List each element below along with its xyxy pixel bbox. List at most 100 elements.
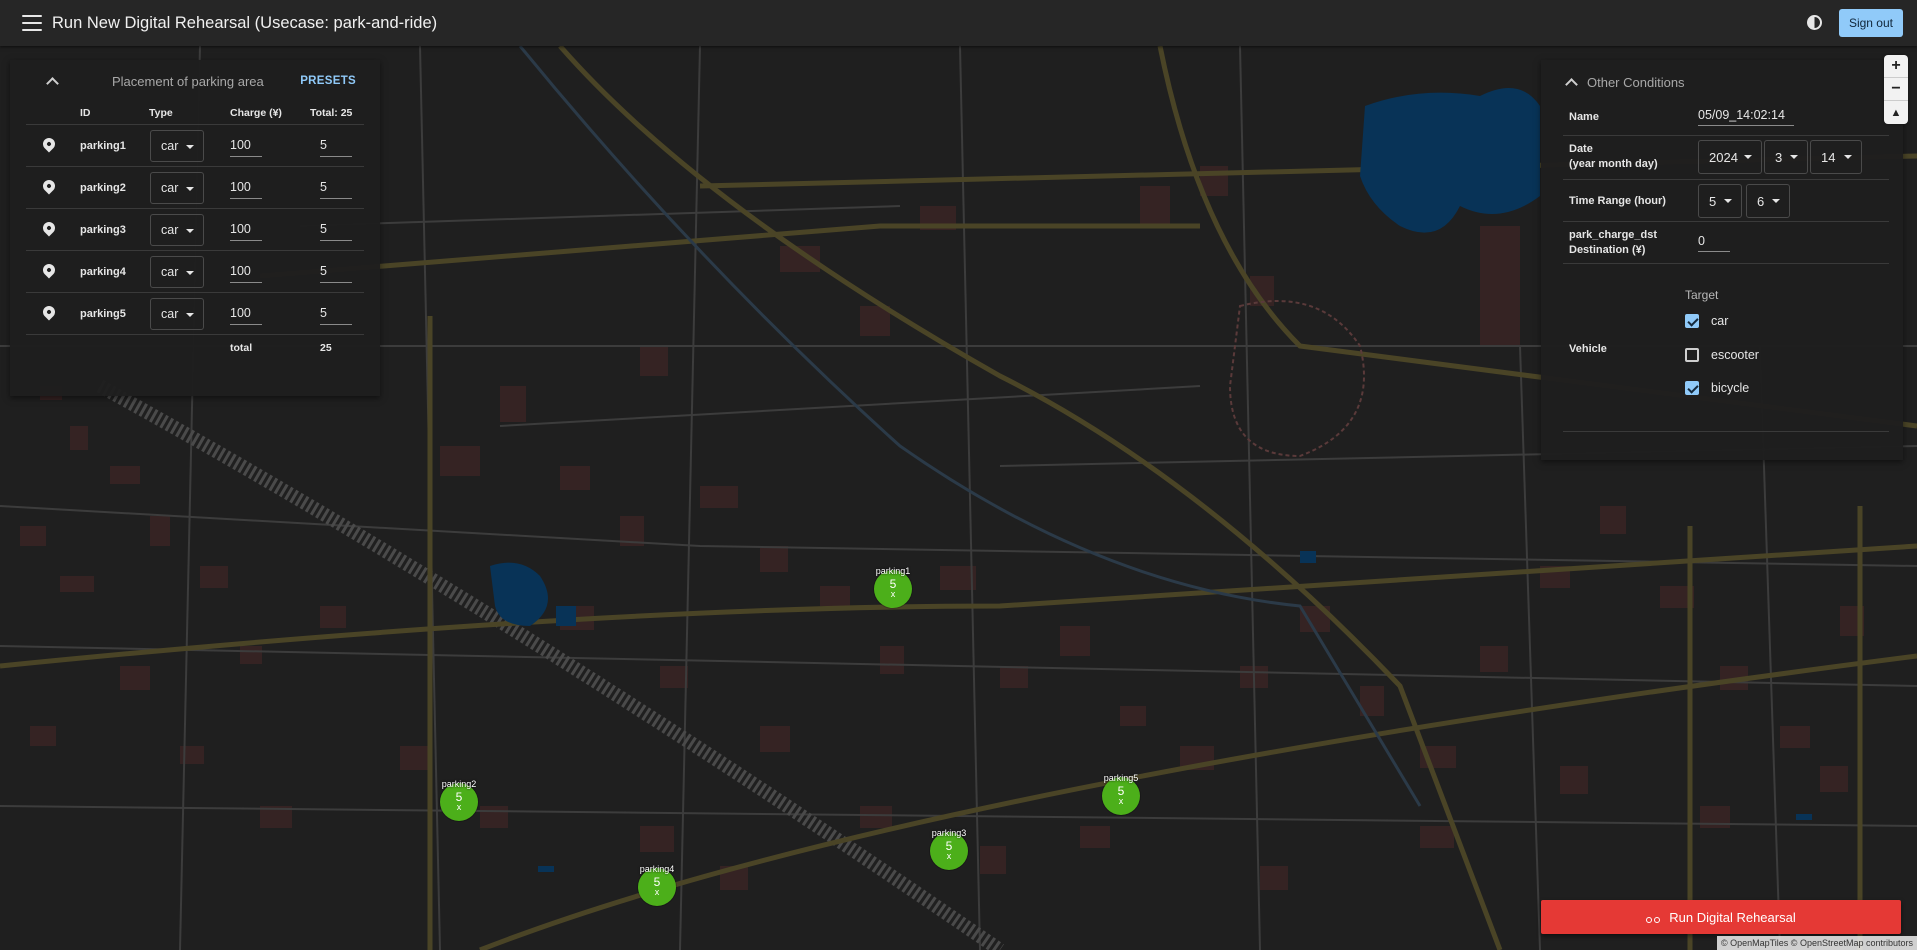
map-attribution: © OpenMapTiles © OpenStreetMap contribut… [1716,936,1917,950]
menu-icon[interactable] [22,15,42,31]
presets-button[interactable]: PRESETS [300,75,356,87]
parking-marker-4[interactable]: parking4 5 x [638,864,676,906]
count-input[interactable]: 5 [320,219,352,241]
collapse-chevron-icon[interactable] [46,76,59,90]
run-button-label: Run Digital Rehearsal [1669,909,1796,925]
name-label: Name [1569,111,1599,123]
count-input[interactable]: 5 [320,303,352,325]
count-input[interactable]: 5 [320,261,352,283]
date-label-line1: Date [1569,143,1593,155]
caret-down-icon [1744,155,1752,159]
parking-marker-1[interactable]: parking1 5 x [874,566,912,608]
day-value: 14 [1821,149,1836,165]
other-conditions-panel: Other Conditions Name 05/09_14:02:14 Dat… [1541,60,1903,460]
day-select[interactable]: 14 [1810,140,1862,174]
table-row: parking2 car 100 5 [26,166,364,208]
type-value: car [161,264,179,279]
caret-down-icon [1844,155,1852,159]
type-select[interactable]: car [150,255,204,288]
page-title: Run New Digital Rehearsal (Usecase: park… [52,13,438,32]
type-value: car [161,222,179,237]
caret-down-icon [1790,155,1798,159]
month-select[interactable]: 3 [1764,140,1808,174]
charge-row: park_charge_dst Destination (¥) 0 [1563,222,1889,264]
count-input[interactable]: 5 [320,177,352,199]
collapse-chevron-icon[interactable] [1565,77,1578,91]
caret-down-icon [186,186,194,191]
vehicle-checkbox-car[interactable]: car [1685,314,1728,328]
caret-down-icon [1724,199,1732,203]
time-row: Time Range (hour) 5 6 [1563,180,1889,222]
map-zoom-control: + − ▲ [1884,55,1908,124]
scooter-icon [1646,911,1661,923]
parking-id: parking3 [80,223,126,236]
location-pin-icon[interactable] [40,177,58,195]
col-type: Type [149,107,173,119]
charge-label-line2: Destination (¥) [1569,244,1646,256]
charge-input[interactable]: 100 [230,219,262,241]
caret-down-icon [186,312,194,317]
date-row: Date (year month day) 2024 3 14 [1563,136,1889,180]
checkbox-checked-icon[interactable] [1685,381,1699,395]
col-id: ID [80,107,91,119]
vehicle-checkbox-escooter[interactable]: escooter [1685,348,1759,362]
location-pin-icon[interactable] [40,261,58,279]
panel-header: Placement of parking area PRESETS [26,60,364,102]
location-pin-icon[interactable] [40,303,58,321]
col-total: Total: 25 [310,107,353,119]
run-digital-rehearsal-button[interactable]: Run Digital Rehearsal [1541,900,1901,934]
caret-down-icon [186,270,194,275]
time-to-value: 6 [1757,193,1765,209]
zoom-out-button[interactable]: − [1884,78,1908,101]
theme-toggle-icon[interactable] [1807,15,1822,30]
time-label: Time Range (hour) [1569,195,1666,207]
parking-placement-panel: Placement of parking area PRESETS ID Typ… [10,60,380,396]
panel-header: Other Conditions [1563,66,1889,98]
time-to-select[interactable]: 6 [1746,184,1790,218]
zoom-in-button[interactable]: + [1884,55,1908,78]
year-select[interactable]: 2024 [1698,140,1762,174]
caret-down-icon [186,228,194,233]
type-select[interactable]: car [150,297,204,330]
name-input[interactable]: 05/09_14:02:14 [1698,104,1794,126]
table-row: parking4 car 100 5 [26,250,364,292]
year-value: 2024 [1709,149,1738,165]
charge-input[interactable]: 100 [230,303,262,325]
charge-input[interactable]: 100 [230,177,262,199]
parking-marker-2[interactable]: parking2 5 x [440,779,478,821]
caret-down-icon [1772,199,1780,203]
parking-marker-5[interactable]: parking5 5 x [1102,773,1140,815]
location-pin-icon[interactable] [40,135,58,153]
caret-down-icon [186,144,194,149]
checkbox-unchecked-icon[interactable] [1685,348,1699,362]
sign-out-button[interactable]: Sign out [1838,9,1903,37]
parking-marker-3[interactable]: parking3 5 x [930,828,968,870]
time-from-value: 5 [1709,193,1717,209]
name-row: Name 05/09_14:02:14 [1563,98,1889,136]
target-label: Target [1685,288,1719,302]
location-pin-icon[interactable] [40,219,58,237]
charge-label-line1: park_charge_dst [1569,229,1658,241]
compass-icon[interactable]: ▲ [1884,101,1908,124]
col-charge: Charge (¥) [230,107,282,119]
charge-input[interactable]: 100 [230,135,262,157]
time-from-select[interactable]: 5 [1698,184,1742,218]
type-select[interactable]: car [150,213,204,246]
app-bar: Run New Digital Rehearsal (Usecase: park… [0,0,1917,46]
type-value: car [161,138,179,153]
total-value: 25 [320,342,332,354]
parking-id: parking4 [80,265,126,278]
type-select[interactable]: car [150,129,204,162]
destination-charge-input[interactable]: 0 [1698,230,1730,252]
month-value: 3 [1775,149,1783,165]
parking-id: parking1 [80,139,126,152]
charge-label: park_charge_dst Destination (¥) [1569,228,1657,258]
table-row: parking3 car 100 5 [26,208,364,250]
table-row: parking1 car 100 5 [26,124,364,166]
date-label: Date (year month day) [1569,142,1658,172]
checkbox-checked-icon[interactable] [1685,314,1699,328]
charge-input[interactable]: 100 [230,261,262,283]
vehicle-checkbox-bicycle[interactable]: bicycle [1685,381,1749,395]
count-input[interactable]: 5 [320,135,352,157]
type-select[interactable]: car [150,171,204,204]
